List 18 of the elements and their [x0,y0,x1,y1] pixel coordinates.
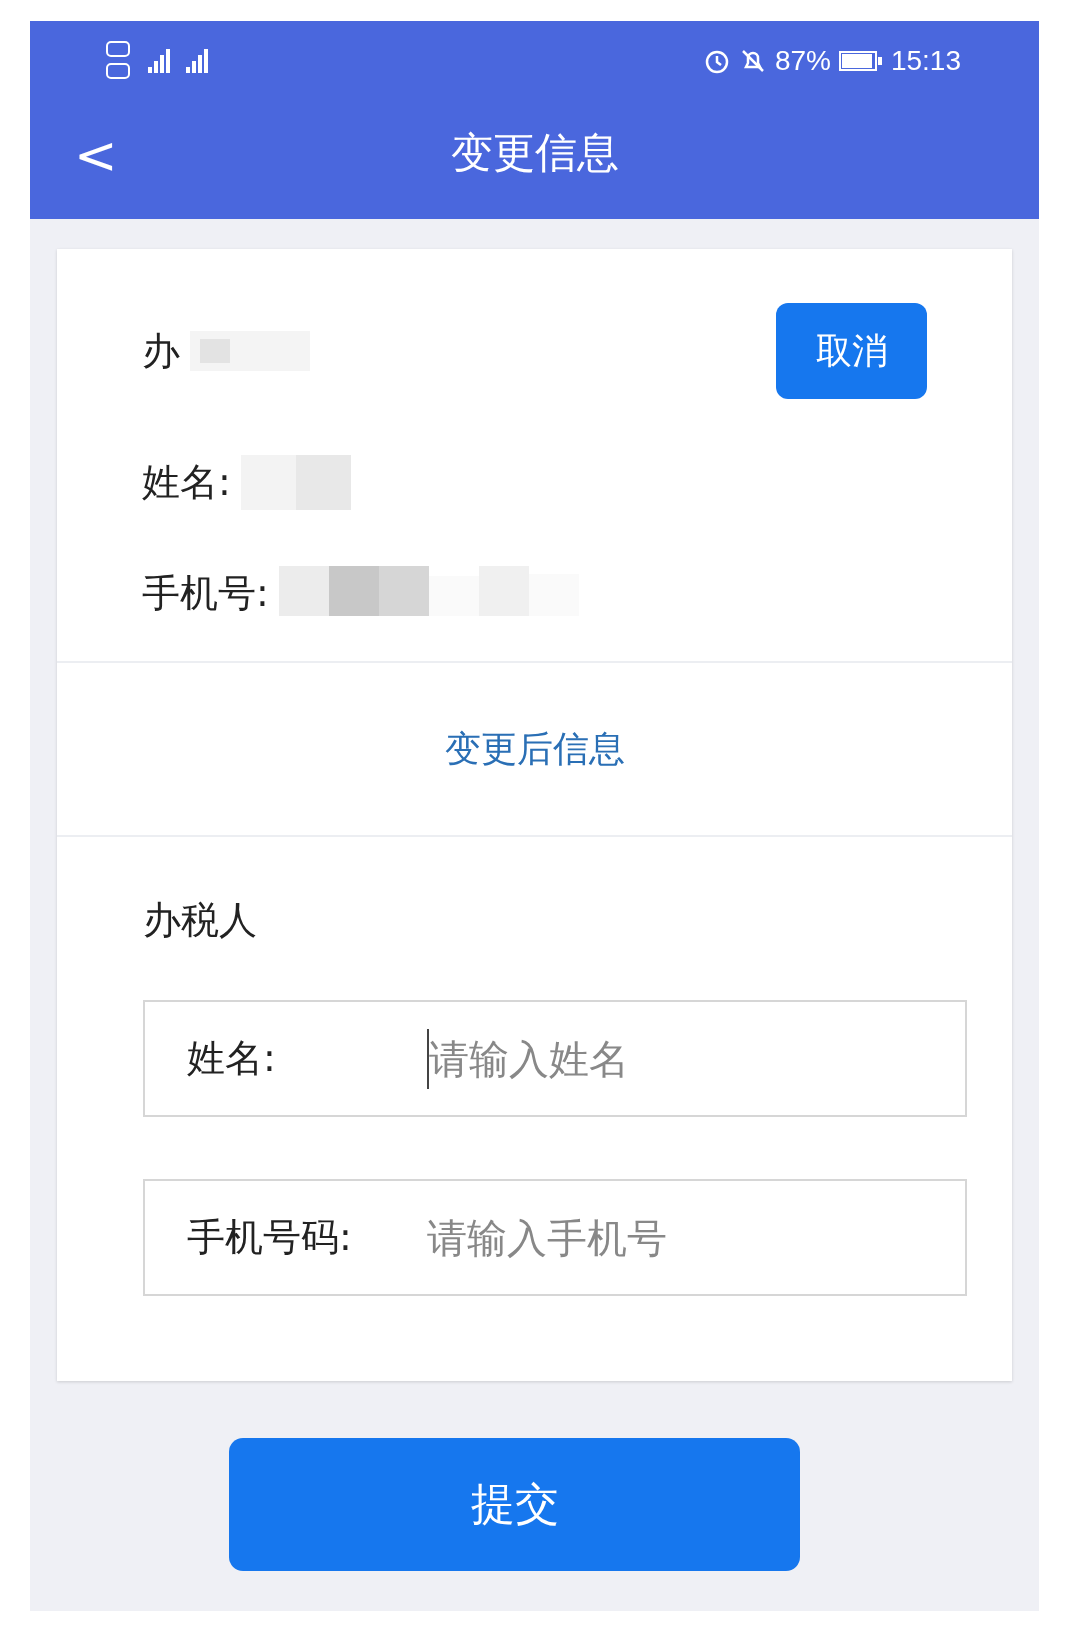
submit-button[interactable]: 提交 [229,1438,800,1571]
section-title: 办税人 [143,897,258,944]
section-heading: 变更后信息 [444,726,625,771]
back-button[interactable]: < [68,125,124,185]
field-label: 姓名: [187,1035,277,1082]
input-field[interactable]: 请输入手机号 [427,1207,965,1268]
battery-percent: 87% [774,45,831,77]
battery-icon [838,49,883,73]
field-label: 姓名: [142,459,231,506]
section-title: 办 [142,327,180,375]
clock-time: 15:13 [890,45,961,77]
field-label: 手机号: [142,570,269,617]
input-field[interactable]: 请输入姓名 [427,1028,965,1089]
field-label: 手机号码: [187,1214,353,1261]
page-title: 变更信息 [450,127,619,179]
form-field[interactable]: 姓名: 请输入姓名 [143,1000,967,1117]
form-field[interactable]: 手机号码: 请输入手机号 [143,1179,967,1296]
cancel-button[interactable]: 取消 [776,303,927,399]
